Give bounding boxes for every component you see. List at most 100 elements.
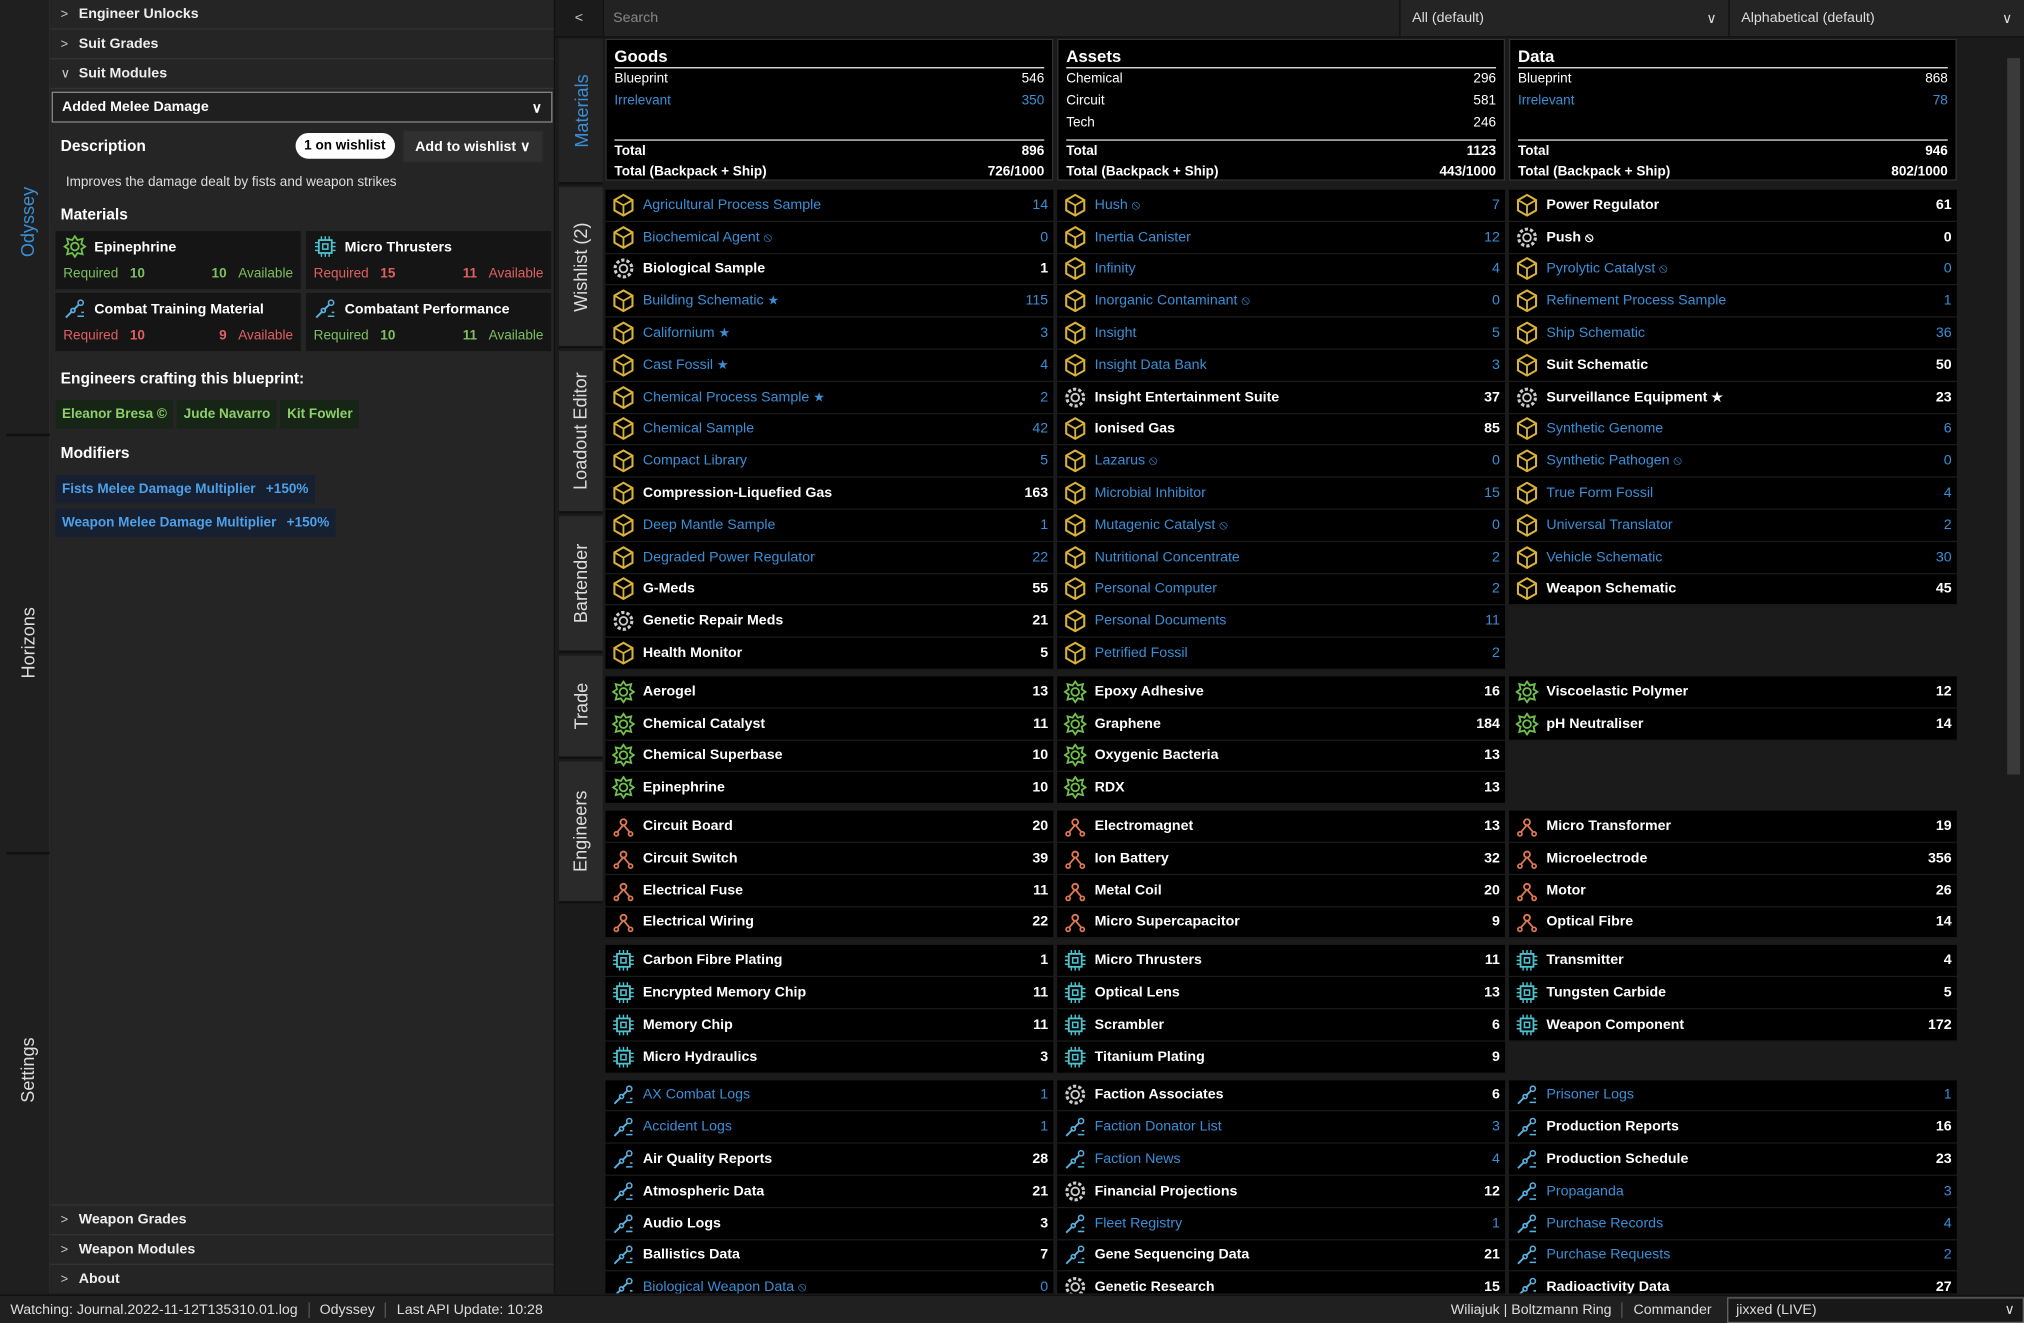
section-weapon-grades[interactable]: > Weapon Grades xyxy=(50,1204,554,1234)
material-row[interactable]: Radioactivity Data 27 xyxy=(1508,1271,1957,1294)
material-row[interactable]: Tungsten Carbide 5 xyxy=(1508,977,1957,1010)
sort-select[interactable]: Alphabetical (default) ∨ xyxy=(1728,0,2024,37)
material-row[interactable]: Graphene 184 xyxy=(1057,708,1506,741)
material-row[interactable]: Surveillance Equipment ★ 23 xyxy=(1508,381,1957,414)
material-row[interactable]: Agricultural Process Sample 14 xyxy=(605,189,1054,222)
material-row[interactable]: Faction Donator List 3 xyxy=(1057,1111,1506,1144)
material-row[interactable]: Petrified Fossil 2 xyxy=(1057,637,1506,670)
material-row[interactable]: Micro Supercapacitor 9 xyxy=(1057,906,1506,939)
material-card[interactable]: Epinephrine Required 10 10 Available xyxy=(55,231,301,290)
commander-select[interactable]: jixxed (LIVE) ∨ xyxy=(1727,1296,2024,1323)
material-row[interactable]: Mutagenic Catalyst ⦸ 0 xyxy=(1057,509,1506,542)
material-row[interactable]: Viscoelastic Polymer 12 xyxy=(1508,676,1957,709)
material-row[interactable]: Metal Coil 20 xyxy=(1057,874,1506,907)
tab-odyssey[interactable]: Odyssey xyxy=(6,12,51,432)
section-suit-grades[interactable]: > Suit Grades xyxy=(50,30,554,60)
material-row[interactable]: Health Monitor 5 xyxy=(605,637,1054,670)
material-row[interactable]: Ionised Gas 85 xyxy=(1057,413,1506,446)
material-row[interactable]: Degraded Power Regulator 22 xyxy=(605,541,1054,574)
material-row[interactable]: Ballistics Data 7 xyxy=(605,1239,1054,1272)
material-row[interactable]: Nutritional Concentrate 2 xyxy=(1057,541,1506,574)
vertical-scrollbar[interactable] xyxy=(2003,38,2024,1294)
material-row[interactable]: Insight Entertainment Suite 37 xyxy=(1057,381,1506,414)
material-card[interactable]: Combatant Performance Required 10 11 Availa… xyxy=(305,293,552,352)
material-row[interactable]: Optical Lens 13 xyxy=(1057,977,1506,1010)
add-to-wishlist-button[interactable]: Add to wishlist ∨ xyxy=(402,129,544,162)
material-row[interactable]: Genetic Repair Meds 21 xyxy=(605,605,1054,638)
material-row[interactable]: Chemical Sample 42 xyxy=(605,413,1054,446)
material-row[interactable]: Personal Documents 11 xyxy=(1057,605,1506,638)
scrollbar-thumb[interactable] xyxy=(2007,58,2021,775)
material-row[interactable]: Micro Hydraulics 3 xyxy=(605,1041,1054,1074)
material-row[interactable]: Purchase Requests 2 xyxy=(1508,1239,1957,1272)
material-row[interactable]: G-Meds 55 xyxy=(605,573,1054,606)
material-row[interactable]: Inorganic Contaminant ⦸ 0 xyxy=(1057,285,1506,318)
material-row[interactable]: Memory Chip 11 xyxy=(605,1009,1054,1042)
material-row[interactable]: Personal Computer 2 xyxy=(1057,573,1506,606)
material-row[interactable]: Building Schematic ★ 115 xyxy=(605,285,1054,318)
material-row[interactable]: Weapon Component 172 xyxy=(1508,1009,1957,1042)
material-row[interactable]: Hush ⦸ 7 xyxy=(1057,189,1506,222)
tab-horizons[interactable]: Horizons xyxy=(6,433,51,850)
material-row[interactable]: Weapon Schematic 45 xyxy=(1508,573,1957,606)
material-row[interactable]: True Form Fossil 4 xyxy=(1508,477,1957,510)
material-row[interactable]: Production Schedule 23 xyxy=(1508,1143,1957,1176)
material-row[interactable]: AX Combat Logs 1 xyxy=(605,1079,1054,1112)
material-row[interactable]: Oxygenic Bacteria 13 xyxy=(1057,740,1506,773)
material-row[interactable]: Microelectrode 356 xyxy=(1508,842,1957,875)
material-row[interactable]: Ion Battery 32 xyxy=(1057,842,1506,875)
material-row[interactable]: Compact Library 5 xyxy=(605,445,1054,478)
material-row[interactable]: Universal Translator 2 xyxy=(1508,509,1957,542)
material-row[interactable]: Vehicle Schematic 30 xyxy=(1508,541,1957,574)
material-row[interactable]: Insight 5 xyxy=(1057,317,1506,350)
material-row[interactable]: Compression-Liquefied Gas 163 xyxy=(605,477,1054,510)
material-row[interactable]: Suit Schematic 50 xyxy=(1508,349,1957,382)
material-row[interactable]: Carbon Fibre Plating 1 xyxy=(605,945,1054,978)
engineer-chip[interactable]: Eleanor Bresa © xyxy=(55,400,174,429)
material-row[interactable]: Production Reports 16 xyxy=(1508,1111,1957,1144)
material-row[interactable]: RDX 13 xyxy=(1057,772,1506,805)
material-row[interactable]: Motor 26 xyxy=(1508,874,1957,907)
material-row[interactable]: Lazarus ⦸ 0 xyxy=(1057,445,1506,478)
material-row[interactable]: Refinement Process Sample 1 xyxy=(1508,285,1957,318)
material-row[interactable]: Deep Mantle Sample 1 xyxy=(605,509,1054,542)
material-row[interactable]: Genetic Research 15 xyxy=(1057,1271,1506,1294)
material-row[interactable]: Transmitter 4 xyxy=(1508,945,1957,978)
section-suit-modules[interactable]: ∨ Suit Modules xyxy=(50,59,554,90)
material-row[interactable]: Prisoner Logs 1 xyxy=(1508,1079,1957,1112)
material-row[interactable]: Audio Logs 3 xyxy=(605,1207,1054,1240)
material-row[interactable]: Chemical Catalyst 11 xyxy=(605,708,1054,741)
material-row[interactable]: Faction News 4 xyxy=(1057,1143,1506,1176)
material-row[interactable]: Purchase Records 4 xyxy=(1508,1207,1957,1240)
material-row[interactable]: Electrical Wiring 22 xyxy=(605,906,1054,939)
tab-loadout-editor[interactable]: Loadout Editor xyxy=(558,351,603,514)
material-row[interactable]: Financial Projections 12 xyxy=(1057,1175,1506,1208)
material-row[interactable]: pH Neutraliser 14 xyxy=(1508,708,1957,741)
material-row[interactable]: Epoxy Adhesive 16 xyxy=(1057,676,1506,709)
filter-select[interactable]: All (default) ∨ xyxy=(1399,0,1729,37)
material-row[interactable]: Chemical Superbase 10 xyxy=(605,740,1054,773)
material-row[interactable]: Cast Fossil ★ 4 xyxy=(605,349,1054,382)
tab-wishlist[interactable]: Wishlist (2) xyxy=(558,187,603,349)
section-weapon-modules[interactable]: > Weapon Modules xyxy=(50,1234,554,1264)
material-row[interactable]: Chemical Process Sample ★ 2 xyxy=(605,381,1054,414)
material-row[interactable]: Gene Sequencing Data 21 xyxy=(1057,1239,1506,1272)
material-row[interactable]: Epinephrine 10 xyxy=(605,772,1054,805)
material-row[interactable]: Encrypted Memory Chip 11 xyxy=(605,977,1054,1010)
material-row[interactable]: Synthetic Genome 6 xyxy=(1508,413,1957,446)
material-row[interactable]: Aerogel 13 xyxy=(605,676,1054,709)
material-row[interactable]: Scrambler 6 xyxy=(1057,1009,1506,1042)
tab-bartender[interactable]: Bartender xyxy=(558,516,603,654)
material-row[interactable]: Atmospheric Data 21 xyxy=(605,1175,1054,1208)
material-row[interactable]: Fleet Registry 1 xyxy=(1057,1207,1506,1240)
material-row[interactable]: Electromagnet 13 xyxy=(1057,810,1506,843)
material-row[interactable]: Micro Thrusters 11 xyxy=(1057,945,1506,978)
engineer-chip[interactable]: Kit Fowler xyxy=(280,400,360,429)
material-row[interactable]: Faction Associates 6 xyxy=(1057,1079,1506,1112)
material-row[interactable]: Insight Data Bank 3 xyxy=(1057,349,1506,382)
material-row[interactable]: Ship Schematic 36 xyxy=(1508,317,1957,350)
material-row[interactable]: Electrical Fuse 11 xyxy=(605,874,1054,907)
section-about[interactable]: > About xyxy=(50,1263,554,1294)
section-engineer-unlocks[interactable]: > Engineer Unlocks xyxy=(50,0,554,30)
search-input[interactable]: Search xyxy=(602,0,1400,37)
